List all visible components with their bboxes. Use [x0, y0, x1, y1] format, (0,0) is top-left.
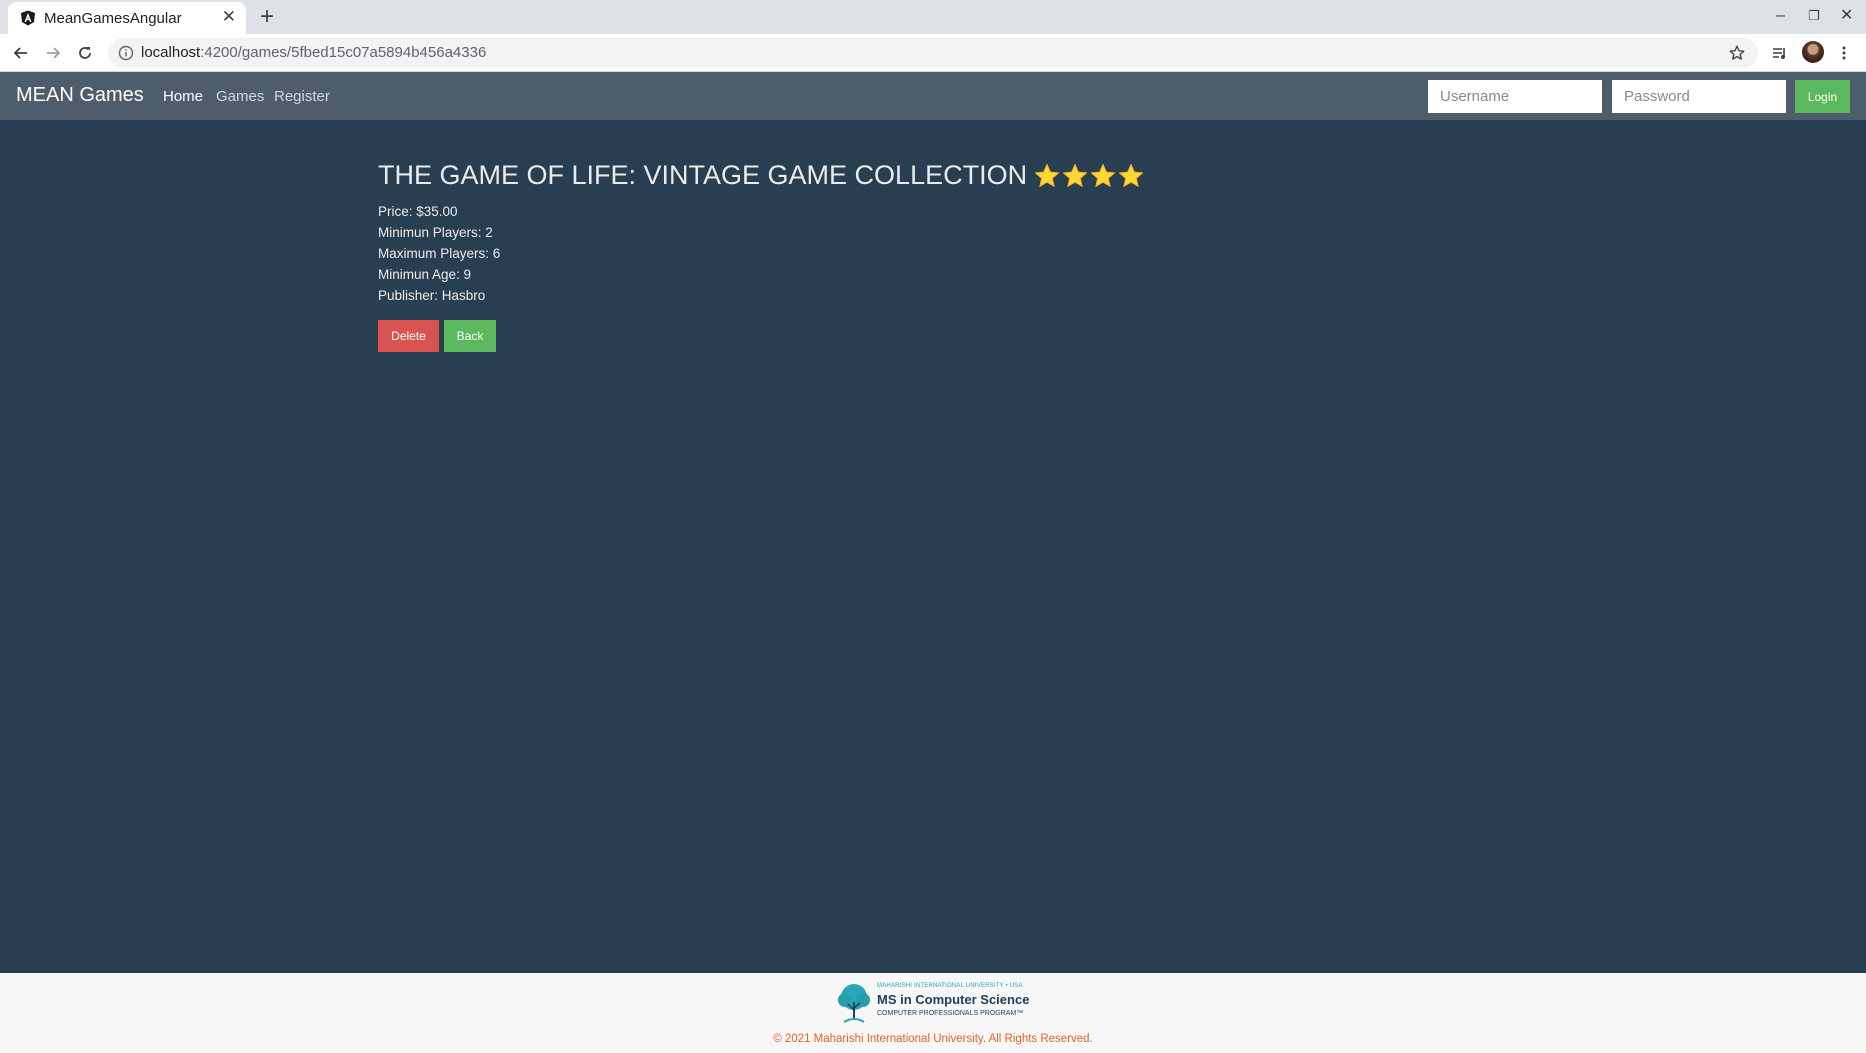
media-control-icon[interactable] [1769, 42, 1791, 64]
game-title: THE GAME OF LIFE: VINTAGE GAME COLLECTIO… [378, 160, 1028, 190]
app-navbar: MEAN Games Home Games Register Login [0, 72, 1866, 120]
window-close-icon[interactable]: ✕ [1840, 6, 1853, 26]
star-icon [1118, 163, 1144, 187]
restore-icon[interactable]: ❐ [1808, 6, 1820, 26]
url-text: localhost:4200/games/5fbed15c07a5894b456… [141, 44, 487, 61]
game-min-age: Minimun Age: 9 [378, 267, 472, 282]
game-max-players: Maximum Players: 6 [378, 246, 501, 261]
game-details: Price: $35.00 Minimun Players: 2 Maximum… [378, 201, 1145, 306]
star-icon [1062, 163, 1088, 187]
password-input[interactable] [1612, 80, 1786, 113]
nav-link-games[interactable]: Games [216, 88, 264, 105]
username-input[interactable] [1428, 80, 1602, 113]
angular-icon [21, 10, 35, 26]
minimize-icon[interactable]: – [1776, 6, 1785, 26]
browser-menu-icon[interactable] [1833, 42, 1855, 64]
game-price: Price: $35.00 [378, 204, 458, 219]
reload-icon[interactable] [74, 42, 96, 64]
game-min-players: Minimun Players: 2 [378, 225, 493, 240]
page-footer: MAHARISHI INTERNATIONAL UNIVERSITY • USA… [0, 973, 1866, 1053]
address-bar[interactable]: localhost:4200/games/5fbed15c07a5894b456… [108, 38, 1758, 68]
profile-avatar[interactable] [1802, 41, 1824, 63]
login-button[interactable]: Login [1795, 80, 1850, 113]
bookmark-star-icon[interactable] [1728, 44, 1746, 62]
game-title-row: THE GAME OF LIFE: VINTAGE GAME COLLECTIO… [378, 160, 1145, 191]
nav-link-register[interactable]: Register [274, 88, 330, 105]
star-icon [1034, 163, 1060, 187]
delete-button[interactable]: Delete [378, 320, 439, 352]
tab-close-icon[interactable]: ✕ [222, 7, 236, 27]
game-detail: THE GAME OF LIFE: VINTAGE GAME COLLECTIO… [378, 160, 1145, 352]
nav-link-home[interactable]: Home [163, 88, 203, 105]
action-buttons: Delete Back [378, 320, 1145, 352]
copyright-text: © 2021 Maharishi International Universit… [773, 1033, 1093, 1045]
star-rating [1033, 162, 1145, 190]
back-arrow-icon[interactable] [10, 42, 32, 64]
browser-tab[interactable]: MeanGamesAngular ✕ [8, 2, 246, 34]
forward-arrow-icon[interactable] [42, 42, 64, 64]
logo-university-text: MAHARISHI INTERNATIONAL UNIVERSITY • USA [877, 983, 1023, 989]
browser-toolbar: localhost:4200/games/5fbed15c07a5894b456… [0, 34, 1866, 72]
back-button[interactable]: Back [444, 320, 496, 352]
logo-program-title: MS in Computer Science [877, 992, 1030, 1007]
browser-tabstrip: MeanGamesAngular ✕ + – ❐ ✕ [0, 0, 1866, 34]
info-icon[interactable] [118, 45, 134, 61]
new-tab-icon[interactable]: + [260, 3, 274, 31]
university-logo: MAHARISHI INTERNATIONAL UNIVERSITY • USA… [834, 980, 1034, 1026]
tree-logo-icon [838, 984, 870, 1023]
tab-title: MeanGamesAngular [44, 10, 182, 27]
game-publisher: Publisher: Hasbro [378, 288, 486, 303]
navbar-brand[interactable]: MEAN Games [16, 84, 144, 107]
logo-program-subtitle: COMPUTER PROFESSIONALS PROGRAM™ [877, 1010, 1024, 1017]
star-icon [1090, 163, 1116, 187]
